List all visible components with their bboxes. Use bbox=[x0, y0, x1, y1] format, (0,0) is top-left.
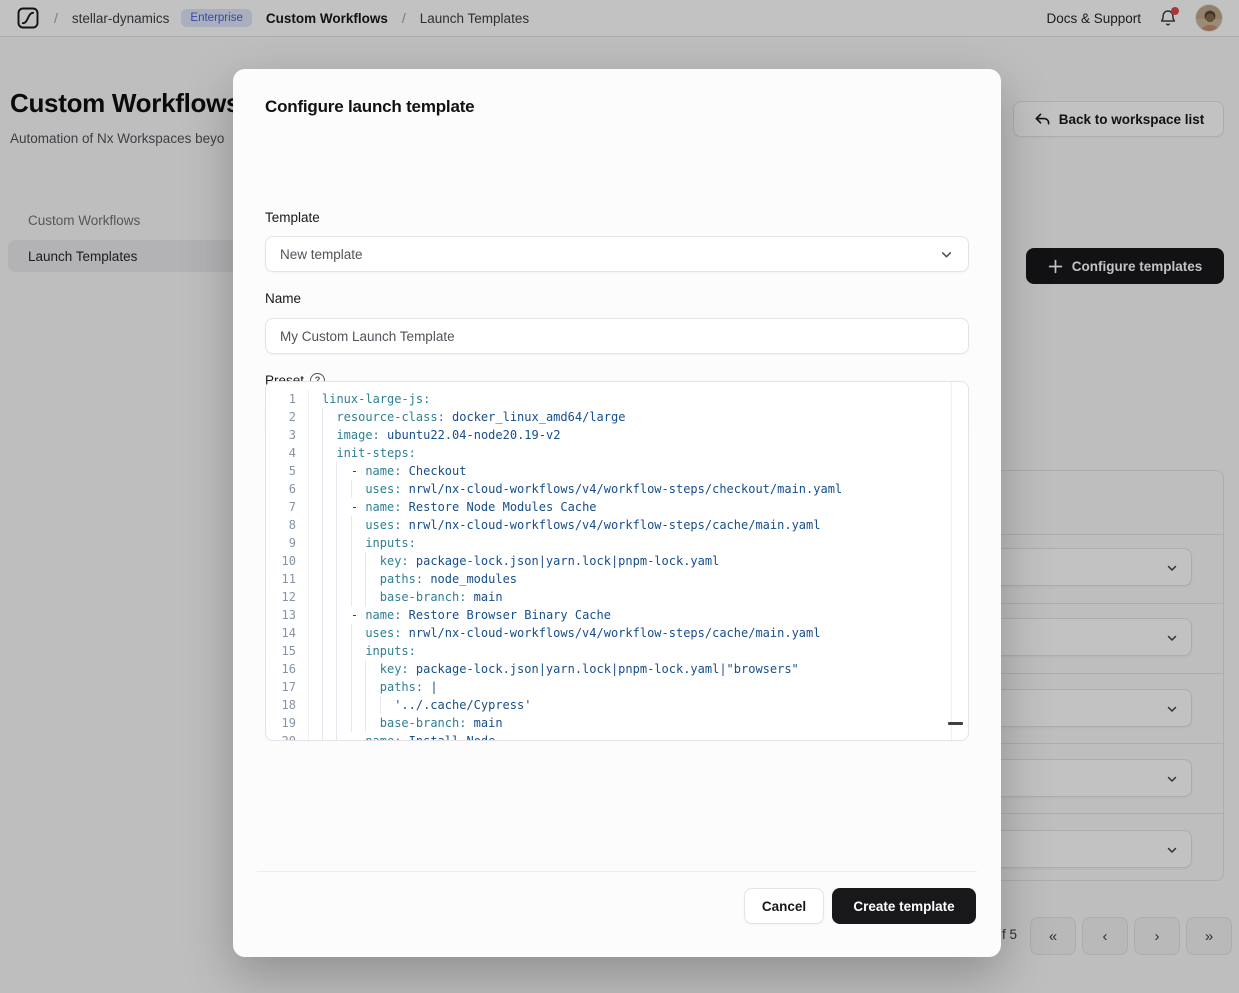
line-number: 5 bbox=[266, 462, 309, 480]
line-number: 11 bbox=[266, 570, 309, 588]
code-line: 7- name: Restore Node Modules Cache bbox=[266, 498, 968, 516]
code-line: 20- name: Install Node bbox=[266, 732, 968, 741]
line-number: 12 bbox=[266, 588, 309, 606]
code-line: 17paths: | bbox=[266, 678, 968, 696]
line-number: 19 bbox=[266, 714, 309, 732]
code-line: 18'../.cache/Cypress' bbox=[266, 696, 968, 714]
template-label: Template bbox=[265, 210, 320, 225]
line-number: 1 bbox=[266, 390, 309, 408]
code-line: 1linux-large-js: bbox=[266, 390, 968, 408]
line-number: 20 bbox=[266, 732, 309, 741]
code-line: 10key: package-lock.json|yarn.lock|pnpm-… bbox=[266, 552, 968, 570]
code-line: 3image: ubuntu22.04-node20.19-v2 bbox=[266, 426, 968, 444]
line-number: 7 bbox=[266, 498, 309, 516]
modal-footer-divider bbox=[257, 871, 977, 872]
line-number: 16 bbox=[266, 660, 309, 678]
line-number: 10 bbox=[266, 552, 309, 570]
line-number: 18 bbox=[266, 696, 309, 714]
code-line: 9inputs: bbox=[266, 534, 968, 552]
name-input[interactable]: My Custom Launch Template bbox=[265, 318, 969, 354]
line-number: 3 bbox=[266, 426, 309, 444]
code-line: 5- name: Checkout bbox=[266, 462, 968, 480]
code-line: 15inputs: bbox=[266, 642, 968, 660]
code-line: 2resource-class: docker_linux_amd64/larg… bbox=[266, 408, 968, 426]
code-line: 14uses: nrwl/nx-cloud-workflows/v4/workf… bbox=[266, 624, 968, 642]
cancel-button[interactable]: Cancel bbox=[744, 888, 824, 924]
yaml-editor[interactable]: 1linux-large-js:2resource-class: docker_… bbox=[265, 381, 969, 741]
line-number: 6 bbox=[266, 480, 309, 498]
create-template-button[interactable]: Create template bbox=[832, 888, 976, 924]
line-number: 8 bbox=[266, 516, 309, 534]
line-number: 14 bbox=[266, 624, 309, 642]
code-line: 16key: package-lock.json|yarn.lock|pnpm-… bbox=[266, 660, 968, 678]
chevron-down-icon bbox=[939, 247, 954, 262]
code-line: 4init-steps: bbox=[266, 444, 968, 462]
template-select-value: New template bbox=[280, 247, 363, 262]
editor-right-ruler bbox=[951, 382, 952, 740]
line-number: 9 bbox=[266, 534, 309, 552]
code-line: 19base-branch: main bbox=[266, 714, 968, 732]
code-line: 6uses: nrwl/nx-cloud-workflows/v4/workfl… bbox=[266, 480, 968, 498]
code-line: 13- name: Restore Browser Binary Cache bbox=[266, 606, 968, 624]
line-number: 15 bbox=[266, 642, 309, 660]
name-input-value: My Custom Launch Template bbox=[280, 329, 455, 344]
line-number: 13 bbox=[266, 606, 309, 624]
line-number: 2 bbox=[266, 408, 309, 426]
modal-title: Configure launch template bbox=[265, 97, 474, 117]
line-number: 4 bbox=[266, 444, 309, 462]
code-line: 11paths: node_modules bbox=[266, 570, 968, 588]
code-line: 12base-branch: main bbox=[266, 588, 968, 606]
configure-launch-template-modal: Configure launch template Template New t… bbox=[233, 69, 1001, 957]
name-label: Name bbox=[265, 291, 301, 306]
editor-scrollbar-thumb[interactable] bbox=[948, 722, 963, 725]
template-select[interactable]: New template bbox=[265, 236, 969, 272]
code-line: 8uses: nrwl/nx-cloud-workflows/v4/workfl… bbox=[266, 516, 968, 534]
line-number: 17 bbox=[266, 678, 309, 696]
